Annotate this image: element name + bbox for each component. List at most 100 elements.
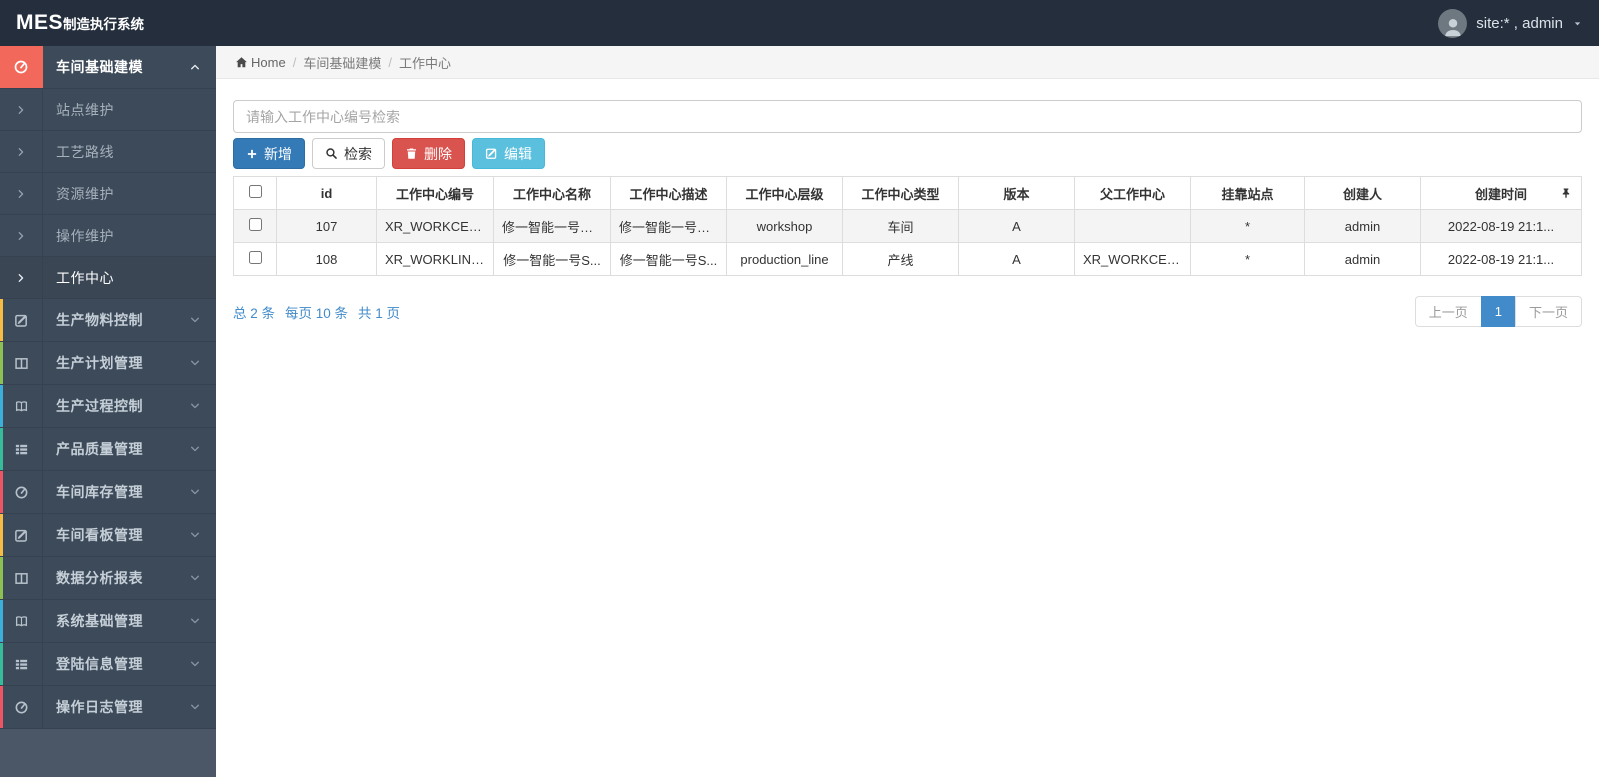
cell-created-time: 2022-08-19 21:1... <box>1420 242 1582 276</box>
sidebar-item-material-control[interactable]: 生产物料控制 <box>0 299 216 342</box>
breadcrumb-home-link[interactable]: Home <box>235 55 286 70</box>
pencil-square-icon <box>0 514 43 556</box>
sidebar-nav: 车间基础建模 站点维护 工艺路线 资源维护 操作维护 工作中心 生产物料控制 生… <box>0 46 216 777</box>
search-button[interactable]: 检索 <box>312 138 385 169</box>
sidebar-item-inventory-management[interactable]: 车间库存管理 <box>0 471 216 514</box>
cell-description: 修一智能一号车间 <box>610 209 727 243</box>
breadcrumb-item-workshop-modeling[interactable]: 车间基础建模 <box>303 53 381 72</box>
add-button[interactable]: 新增 <box>233 138 305 169</box>
sidebar-item-analysis-reports[interactable]: 数据分析报表 <box>0 557 216 600</box>
app-logo: MES 制造执行系统 <box>16 11 144 35</box>
sidebar-item-operation-log-management[interactable]: 操作日志管理 <box>0 686 216 729</box>
sidebar-item-quality-management[interactable]: 产品质量管理 <box>0 428 216 471</box>
column-header-description: 工作中心描述 <box>610 176 727 210</box>
sidebar-item-resource-maintenance[interactable]: 资源维护 <box>0 173 216 215</box>
sidebar-item-process-route[interactable]: 工艺路线 <box>0 131 216 173</box>
sidebar-item-board-management[interactable]: 车间看板管理 <box>0 514 216 557</box>
delete-button[interactable]: 删除 <box>392 138 465 169</box>
select-all-checkbox[interactable] <box>248 185 262 198</box>
chevron-down-icon <box>189 471 216 513</box>
cell-level: workshop <box>726 209 843 243</box>
next-page-button[interactable]: 下一页 <box>1514 296 1582 327</box>
table-footer: 总 2 条 每页 10 条 共 1 页 上一页 1 下一页 <box>233 296 1582 327</box>
row-checkbox[interactable] <box>248 251 262 264</box>
edit-button[interactable]: 编辑 <box>472 138 545 169</box>
cell-station: * <box>1190 242 1305 276</box>
sidebar-item-system-management[interactable]: 系统基础管理 <box>0 600 216 643</box>
sidebar-item-label: 登陆信息管理 <box>56 656 143 672</box>
sidebar-item-work-center[interactable]: 工作中心 <box>0 257 216 299</box>
column-header-creator: 创建人 <box>1304 176 1421 210</box>
toolbar: 新增 检索 删除 编辑 <box>233 138 1582 169</box>
sidebar-item-label: 车间库存管理 <box>56 484 143 500</box>
chevron-down-icon <box>189 686 216 728</box>
chevron-up-icon <box>189 46 216 88</box>
row-checkbox-cell <box>233 242 277 276</box>
user-avatar <box>1438 8 1468 38</box>
chevron-right-icon <box>0 215 43 256</box>
sidebar-item-login-info-management[interactable]: 登陆信息管理 <box>0 643 216 686</box>
sidebar-item-label: 产品质量管理 <box>56 441 143 457</box>
cell-type: 车间 <box>842 209 959 243</box>
cell-id: 108 <box>276 242 377 276</box>
prev-page-button[interactable]: 上一页 <box>1414 296 1482 327</box>
color-strip <box>0 342 3 384</box>
user-menu[interactable]: site:* , admin <box>1438 8 1583 38</box>
gauge-icon <box>0 686 43 728</box>
breadcrumb-separator: / <box>388 54 392 70</box>
sidebar-item-label: 生产物料控制 <box>56 312 143 328</box>
brand-suffix: 制造执行系统 <box>63 17 145 32</box>
chevron-down-icon <box>189 600 216 642</box>
column-header-type: 工作中心类型 <box>842 176 959 210</box>
sidebar-item-label: 站点维护 <box>56 101 114 118</box>
chevron-down-icon <box>189 557 216 599</box>
sidebar-item-site-maintenance[interactable]: 站点维护 <box>0 89 216 131</box>
top-navbar: MES 制造执行系统 site:* , admin <box>0 0 1599 46</box>
color-strip <box>0 643 3 685</box>
sidebar-item-label: 车间基础建模 <box>56 59 143 75</box>
sidebar-item-label: 资源维护 <box>56 185 114 202</box>
main-area: Home / 车间基础建模 / 工作中心 新增 检索 删除 编辑 <box>216 46 1599 777</box>
plus-icon <box>246 148 258 160</box>
brand-mes: MES <box>16 11 64 34</box>
cell-code: XR_WORKLINE... <box>376 242 494 276</box>
cell-station: * <box>1190 209 1305 243</box>
sidebar-item-label: 工艺路线 <box>56 143 114 160</box>
delete-button-label: 删除 <box>424 145 452 162</box>
color-strip <box>0 557 3 599</box>
search-input[interactable] <box>233 100 1582 133</box>
sidebar-item-label: 系统基础管理 <box>56 613 143 629</box>
pin-icon[interactable] <box>1560 187 1572 199</box>
search-button-label: 检索 <box>344 145 372 162</box>
breadcrumb-item-work-center: 工作中心 <box>398 55 451 71</box>
cell-version: A <box>958 209 1075 243</box>
page-1-button[interactable]: 1 <box>1480 296 1516 327</box>
color-strip <box>0 428 3 470</box>
columns-icon <box>0 557 43 599</box>
summary-pages: 共 1 页 <box>358 305 401 321</box>
table-row: 107 XR_WORKCEN... 修一智能一号车间 修一智能一号车间 work… <box>233 209 1582 243</box>
summary-total: 总 2 条 <box>233 305 276 321</box>
page-content: 新增 检索 删除 编辑 <box>216 79 1599 327</box>
pencil-square-icon <box>0 299 43 341</box>
gauge-icon <box>0 46 43 88</box>
column-header-label: 创建时间 <box>1474 186 1527 202</box>
row-checkbox-cell <box>233 209 277 243</box>
sidebar-item-workshop-modeling[interactable]: 车间基础建模 <box>0 46 216 89</box>
chevron-right-icon <box>0 131 43 172</box>
caret-down-icon <box>1572 18 1583 29</box>
trash-icon <box>405 147 418 160</box>
cell-creator: admin <box>1304 242 1421 276</box>
row-checkbox[interactable] <box>248 218 262 231</box>
work-center-table: id 工作中心编号 工作中心名称 工作中心描述 工作中心层级 工作中心类型 版本… <box>233 176 1582 276</box>
column-header-name: 工作中心名称 <box>493 176 611 210</box>
breadcrumb-separator: / <box>292 54 297 70</box>
sidebar-item-operation-maintenance[interactable]: 操作维护 <box>0 215 216 257</box>
sidebar-item-process-control[interactable]: 生产过程控制 <box>0 385 216 428</box>
color-strip <box>0 514 3 556</box>
sidebar-item-label: 生产计划管理 <box>56 355 143 371</box>
cell-parent: XR_WORKCEN... <box>1074 242 1191 276</box>
sidebar-item-plan-management[interactable]: 生产计划管理 <box>0 342 216 385</box>
breadcrumb: Home / 车间基础建模 / 工作中心 <box>216 46 1599 79</box>
chevron-down-icon <box>189 299 216 341</box>
